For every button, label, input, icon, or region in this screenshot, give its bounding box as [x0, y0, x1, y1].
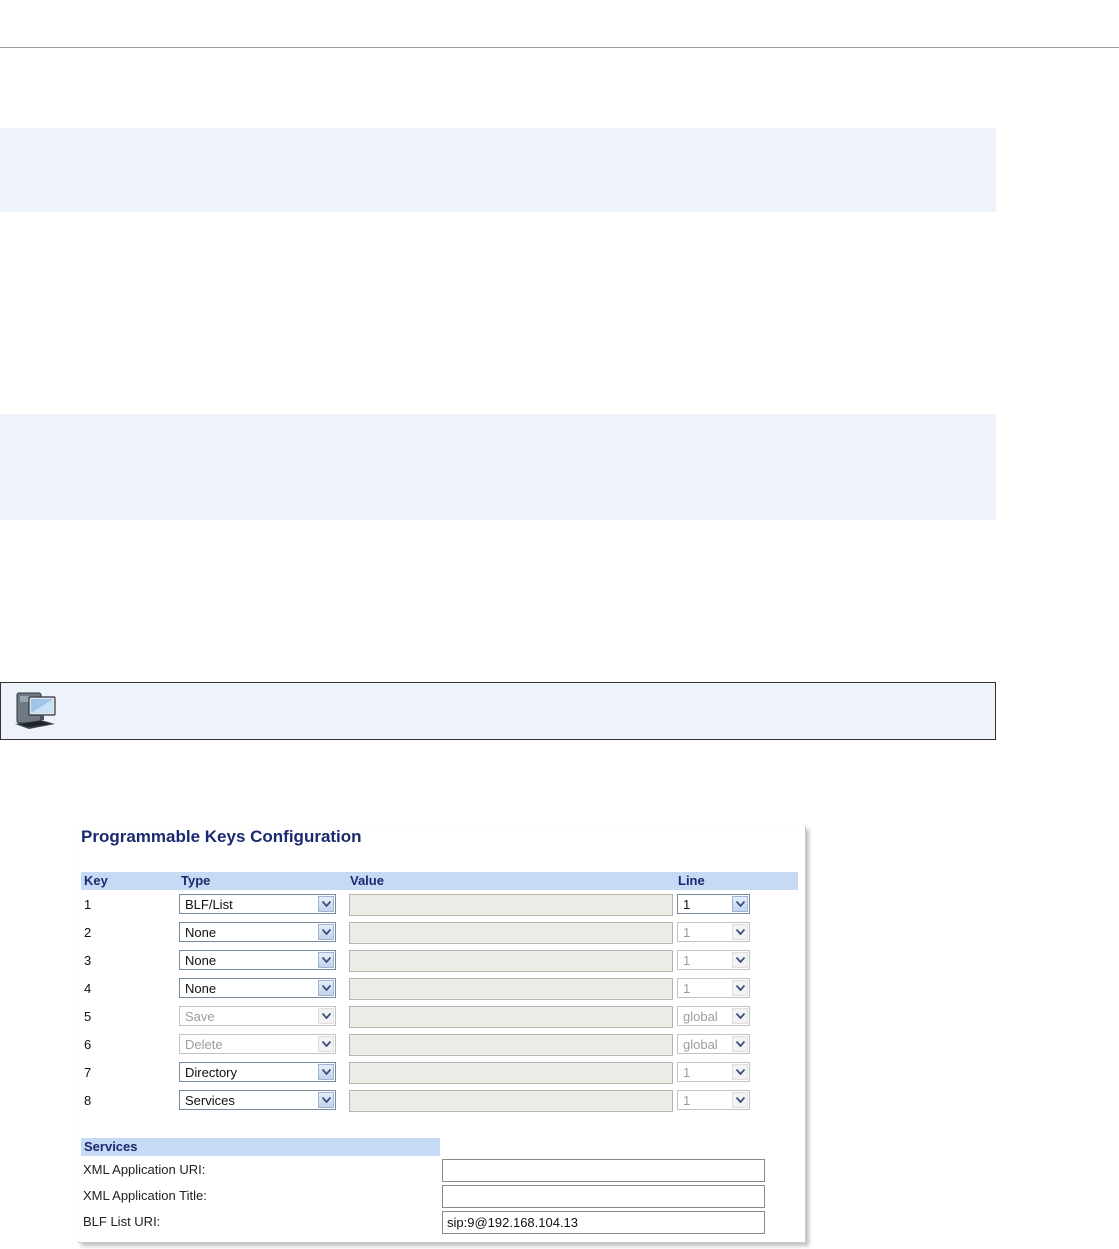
chevron-down-icon — [318, 1036, 334, 1052]
key-number: 7 — [84, 1065, 92, 1080]
xml-application-uri-label: XML Application URI: — [83, 1162, 206, 1177]
chevron-down-icon — [732, 1008, 748, 1024]
line-select-value: global — [683, 1037, 718, 1052]
chevron-down-icon — [732, 924, 748, 940]
table-header: Key Type Value Line — [81, 872, 798, 890]
xml-application-uri-input[interactable] — [442, 1159, 765, 1182]
type-select: Delete — [179, 1034, 336, 1054]
column-key: Key — [84, 873, 108, 888]
table-row: 4 None 1 — [78, 978, 805, 1002]
chevron-down-icon — [318, 980, 334, 996]
line-select: 1 — [677, 922, 750, 942]
type-select-value: Directory — [185, 1065, 238, 1080]
type-select: Save — [179, 1006, 336, 1026]
blf-list-uri-input[interactable] — [442, 1211, 765, 1234]
line-select-value: 1 — [683, 897, 691, 912]
info-band — [0, 414, 996, 520]
line-select-value: 1 — [683, 953, 691, 968]
programmable-keys-panel: Programmable Keys Configuration Key Type… — [78, 826, 806, 1243]
chevron-down-icon — [732, 1064, 748, 1080]
type-select-value: None — [185, 953, 217, 968]
column-value: Value — [350, 873, 384, 888]
line-select: 1 — [677, 950, 750, 970]
chevron-down-icon — [732, 980, 748, 996]
services-header-label: Services — [84, 1139, 138, 1154]
value-field — [349, 1034, 673, 1056]
table-row: 5 Save global — [78, 1006, 805, 1030]
panel-title: Programmable Keys Configuration — [81, 827, 362, 846]
line-select-value: 1 — [683, 981, 691, 996]
key-number: 5 — [84, 1009, 92, 1024]
type-select[interactable]: None — [179, 922, 336, 942]
xml-application-title-label: XML Application Title: — [83, 1188, 207, 1203]
line-select: global — [677, 1006, 750, 1026]
type-select-value: None — [185, 925, 217, 940]
table-row: 7 Directory 1 — [78, 1062, 805, 1086]
type-select-value: Services — [185, 1093, 235, 1108]
key-number: 1 — [84, 897, 92, 912]
column-line: Line — [678, 873, 705, 888]
info-band — [0, 128, 996, 212]
line-select-value: 1 — [683, 1065, 691, 1080]
column-type: Type — [181, 873, 211, 888]
value-field — [349, 922, 673, 944]
chevron-down-icon — [732, 952, 748, 968]
key-number: 3 — [84, 953, 92, 968]
chevron-down-icon — [732, 1092, 748, 1108]
chevron-down-icon — [732, 1036, 748, 1052]
key-number: 4 — [84, 981, 92, 996]
value-field — [349, 1062, 673, 1084]
type-select[interactable]: None — [179, 950, 336, 970]
key-number: 2 — [84, 925, 92, 940]
value-field — [349, 1006, 673, 1028]
line-select: 1 — [677, 1062, 750, 1082]
chevron-down-icon — [318, 1064, 334, 1080]
value-field — [349, 1090, 673, 1112]
table-row: 1 BLF/List 1 — [78, 894, 805, 918]
type-select-value: None — [185, 981, 217, 996]
xml-application-title-input[interactable] — [442, 1185, 765, 1208]
top-rule — [0, 47, 1119, 48]
line-select[interactable]: 1 — [677, 894, 750, 914]
line-select: 1 — [677, 978, 750, 998]
table-row: 6 Delete global — [78, 1034, 805, 1058]
computer-workstation-icon — [15, 692, 56, 729]
type-select-value: Save — [185, 1009, 215, 1024]
type-select[interactable]: Directory — [179, 1062, 336, 1082]
line-select-value: global — [683, 1009, 718, 1024]
services-header: Services — [81, 1138, 440, 1156]
chevron-down-icon — [732, 896, 748, 912]
blf-list-uri-label: BLF List URI: — [83, 1214, 161, 1229]
type-select[interactable]: None — [179, 978, 336, 998]
note-box — [0, 682, 996, 740]
line-select-value: 1 — [683, 1093, 691, 1108]
table-row: 2 None 1 — [78, 922, 805, 946]
value-field — [349, 894, 673, 916]
key-number: 6 — [84, 1037, 92, 1052]
chevron-down-icon — [318, 924, 334, 940]
type-select[interactable]: Services — [179, 1090, 336, 1110]
line-select: global — [677, 1034, 750, 1054]
line-select-value: 1 — [683, 925, 691, 940]
table-row: 8 Services 1 — [78, 1090, 805, 1114]
chevron-down-icon — [318, 952, 334, 968]
type-select-value: Delete — [185, 1037, 223, 1052]
value-field — [349, 978, 673, 1000]
value-field — [349, 950, 673, 972]
line-select: 1 — [677, 1090, 750, 1110]
table-row: 3 None 1 — [78, 950, 805, 974]
chevron-down-icon — [318, 1008, 334, 1024]
chevron-down-icon — [318, 896, 334, 912]
type-select-value: BLF/List — [185, 897, 233, 912]
type-select[interactable]: BLF/List — [179, 894, 336, 914]
key-number: 8 — [84, 1093, 92, 1108]
chevron-down-icon — [318, 1092, 334, 1108]
